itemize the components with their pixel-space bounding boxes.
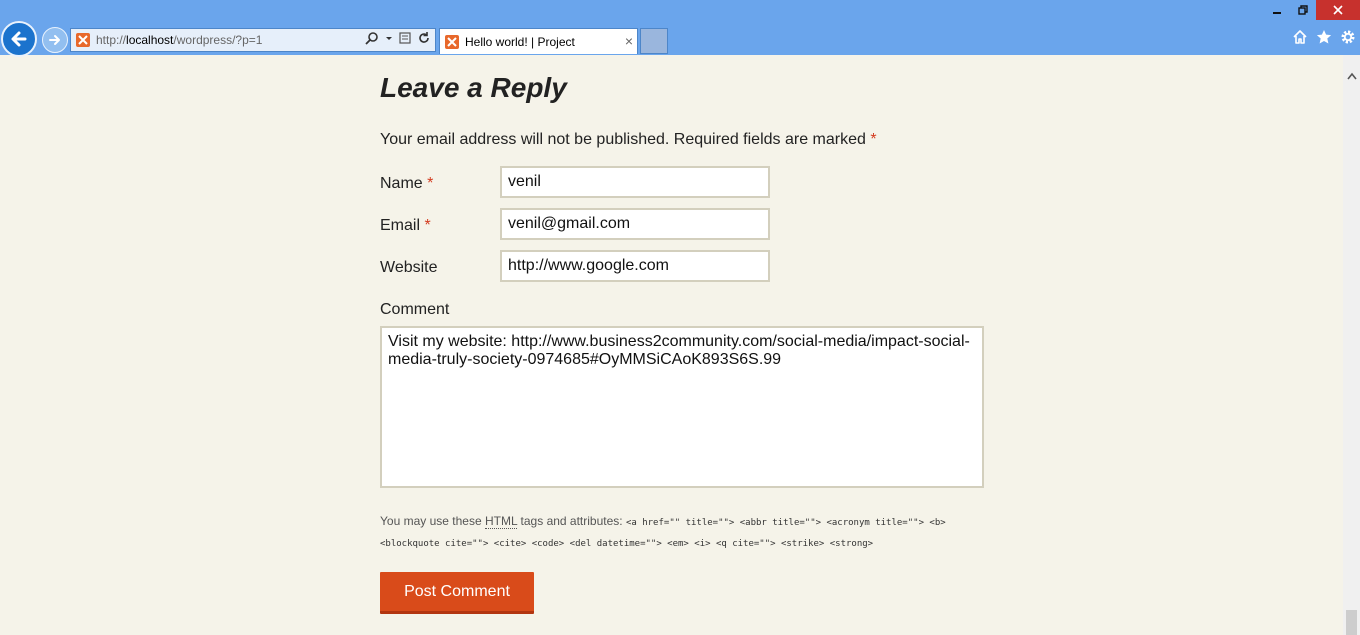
- tab-title: Hello world! | Project: [465, 34, 575, 49]
- required-asterisk: *: [870, 131, 877, 148]
- vertical-scrollbar[interactable]: [1343, 55, 1360, 635]
- website-label: Website: [380, 259, 438, 276]
- address-path: /wordpress/?p=1: [173, 33, 263, 47]
- home-icon[interactable]: [1292, 29, 1308, 45]
- email-label-text: Email: [380, 217, 421, 234]
- allowed-tags-note: You may use these HTML tags and attribut…: [380, 512, 980, 554]
- email-label: Email *: [380, 217, 431, 235]
- tab-favicon-icon: [445, 34, 459, 49]
- search-icon[interactable]: [365, 31, 379, 45]
- scroll-up-button[interactable]: [1343, 69, 1360, 83]
- html-abbr: HTML: [484, 514, 518, 529]
- required-asterisk: *: [427, 175, 434, 192]
- website-field[interactable]: [500, 250, 770, 282]
- comment-label: Comment: [380, 301, 450, 318]
- close-window-button[interactable]: [1316, 0, 1360, 20]
- address-host: localhost: [126, 33, 174, 47]
- name-label: Name *: [380, 175, 433, 193]
- address-prefix: http://: [96, 33, 127, 47]
- comment-notes: Your email address will not be published…: [380, 131, 877, 149]
- back-button[interactable]: [1, 21, 37, 57]
- close-icon: [1333, 5, 1343, 15]
- chevron-up-icon: [1346, 72, 1357, 80]
- comment-textarea[interactable]: Visit my website: http://www.business2co…: [380, 326, 984, 488]
- required-asterisk: *: [424, 217, 431, 234]
- address-text[interactable]: http://localhost/wordpress/?p=1: [96, 33, 262, 47]
- post-comment-button[interactable]: Post Comment: [380, 572, 534, 614]
- allowed-tags-suffix: tags and attributes:: [520, 514, 623, 528]
- back-arrow-icon: [11, 31, 27, 47]
- restore-icon: [1298, 5, 1308, 15]
- minimize-button[interactable]: [1264, 0, 1290, 20]
- email-field[interactable]: [500, 208, 770, 240]
- compat-view-icon[interactable]: [399, 31, 411, 45]
- dropdown-icon[interactable]: [385, 31, 393, 45]
- new-tab-button[interactable]: [640, 28, 668, 54]
- site-favicon-icon: [76, 33, 90, 47]
- name-label-text: Name: [380, 175, 423, 192]
- name-field[interactable]: [500, 166, 770, 198]
- favorites-star-icon[interactable]: [1316, 29, 1332, 45]
- reply-title: Leave a Reply: [380, 72, 567, 103]
- scroll-thumb[interactable]: [1346, 610, 1357, 635]
- refresh-icon[interactable]: [417, 31, 431, 45]
- restore-button[interactable]: [1290, 0, 1316, 20]
- forward-button[interactable]: [42, 27, 68, 53]
- tab-hello-world[interactable]: Hello world! | Project ×: [439, 28, 638, 54]
- allowed-tags-prefix: You may use these: [380, 514, 482, 528]
- address-bar[interactable]: http://localhost/wordpress/?p=1: [70, 28, 436, 52]
- settings-gear-icon[interactable]: [1340, 29, 1356, 45]
- minimize-icon: [1273, 12, 1281, 14]
- forward-arrow-icon: [49, 35, 60, 45]
- browser-toolbar: http://localhost/wordpress/?p=1 Hello wo…: [0, 0, 1360, 57]
- tab-close-icon[interactable]: ×: [625, 33, 633, 49]
- comment-notes-text: Your email address will not be published…: [380, 131, 866, 148]
